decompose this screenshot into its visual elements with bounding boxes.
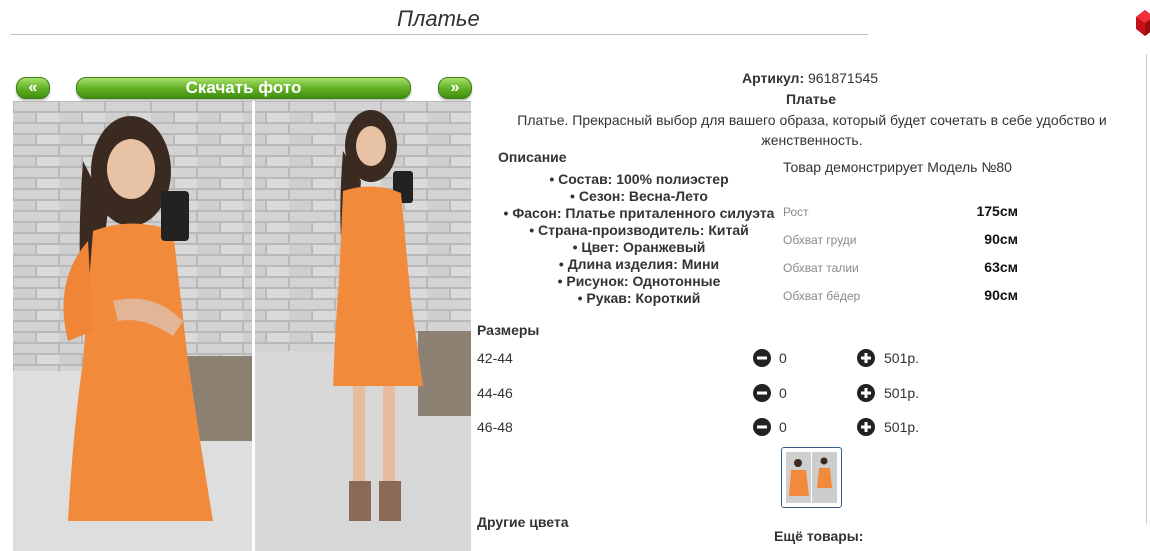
size-row: 42-44 0 501р. <box>477 348 947 370</box>
product-photo[interactable] <box>13 101 471 551</box>
quantity-value: 0 <box>779 350 787 366</box>
measurement-label: Рост <box>783 205 809 219</box>
next-photo-button[interactable]: » <box>438 77 472 99</box>
more-products-heading: Ещё товары: <box>774 528 864 544</box>
prev-photo-button[interactable]: « <box>16 77 50 99</box>
product-description: Платье. Прекрасный выбор для вашего обра… <box>517 112 1107 148</box>
measurement-label: Обхват талии <box>783 261 859 275</box>
feature-item: Страна-производитель: Китай <box>496 222 782 239</box>
minus-circle-icon[interactable] <box>753 349 771 367</box>
sizes-heading: Размеры <box>477 322 540 338</box>
measurement-row: Обхват груди 90см <box>783 230 1018 250</box>
size-label: 44-46 <box>477 385 513 401</box>
plus-circle-icon[interactable] <box>857 384 875 402</box>
feature-item: Фасон: Платье приталенного силуэта <box>496 205 782 222</box>
size-label: 46-48 <box>477 419 513 435</box>
measurement-row: Обхват бёдер 90см <box>783 286 1018 306</box>
article-value: 961871545 <box>808 70 879 86</box>
other-colors-heading: Другие цвета <box>477 514 569 530</box>
product-photo-image <box>13 101 471 551</box>
size-label: 42-44 <box>477 350 513 366</box>
measurement-value: 175см <box>976 203 1018 219</box>
title-divider <box>11 34 868 35</box>
features-list: Состав: 100% полиэстер Сезон: Весна-Лето… <box>496 171 782 307</box>
price-value: 501р. <box>884 419 920 435</box>
feature-item: Цвет: Оранжевый <box>496 239 782 256</box>
thumbnail-image <box>786 452 837 503</box>
red-cube-icon[interactable] <box>1136 10 1150 36</box>
minus-circle-icon[interactable] <box>753 418 771 436</box>
product-name: Платье <box>786 91 836 107</box>
plus-circle-icon[interactable] <box>857 418 875 436</box>
description-heading: Описание <box>498 149 567 165</box>
feature-item: Состав: 100% полиэстер <box>496 171 782 188</box>
right-scroll-divider <box>1146 54 1147 524</box>
size-row: 44-46 0 501р. <box>477 383 947 405</box>
plus-circle-icon[interactable] <box>857 349 875 367</box>
measurement-value: 90см <box>984 287 1018 303</box>
feature-item: Рисунок: Однотонные <box>496 273 782 290</box>
feature-item: Рукав: Короткий <box>496 290 782 307</box>
page-title: Платье <box>397 6 480 31</box>
measurement-row: Рост 175см <box>783 202 1018 222</box>
download-photo-button[interactable]: Скачать фото <box>76 77 411 99</box>
measurement-label: Обхват бёдер <box>783 289 861 303</box>
size-row: 46-48 0 501р. <box>477 417 947 439</box>
minus-circle-icon[interactable] <box>753 384 771 402</box>
measurement-label: Обхват груди <box>783 233 857 247</box>
feature-item: Длина изделия: Мини <box>496 256 782 273</box>
article-line: Артикул: 961871545 <box>742 70 878 86</box>
quantity-value: 0 <box>779 385 787 401</box>
article-label: Артикул: <box>742 70 805 86</box>
measurement-value: 90см <box>984 231 1018 247</box>
model-caption: Товар демонстрирует Модель №80 <box>783 159 1012 175</box>
price-value: 501р. <box>884 385 920 401</box>
feature-item: Сезон: Весна-Лето <box>496 188 782 205</box>
quantity-value: 0 <box>779 419 787 435</box>
photo-thumbnail[interactable] <box>781 447 842 508</box>
price-value: 501р. <box>884 350 920 366</box>
measurement-row: Обхват талии 63см <box>783 258 1018 278</box>
measurement-value: 63см <box>984 259 1018 275</box>
